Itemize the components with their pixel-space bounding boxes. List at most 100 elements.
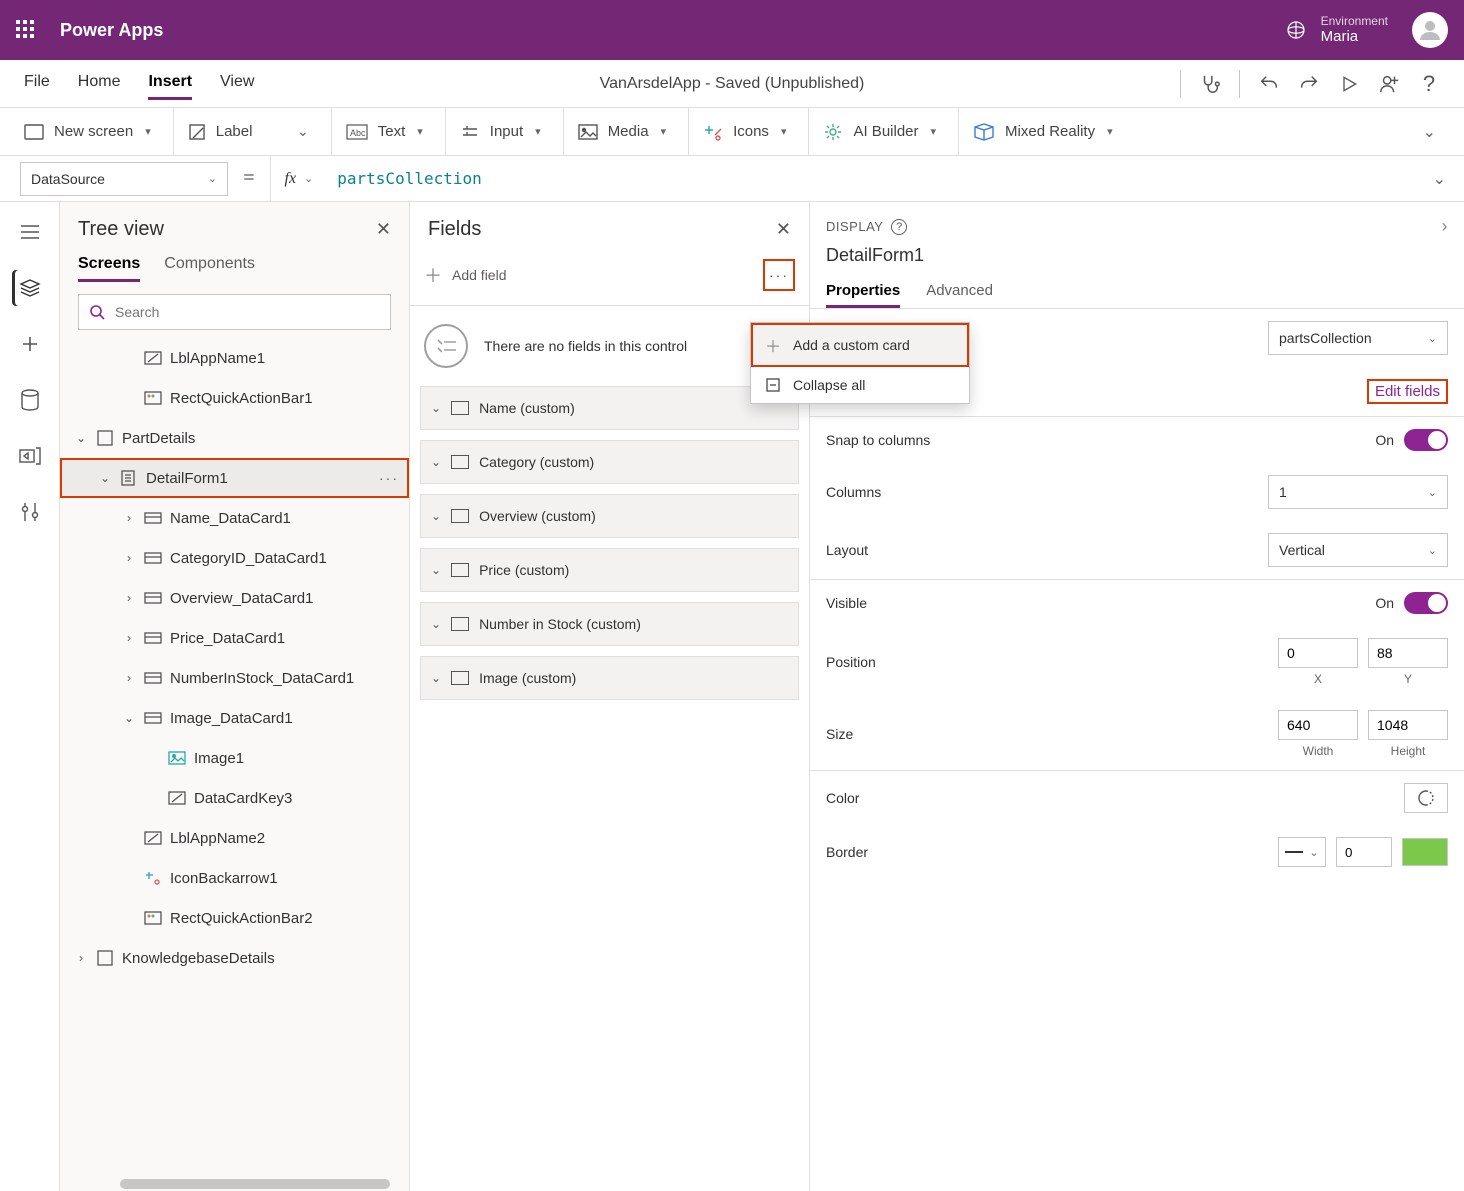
visible-toggle[interactable] <box>1404 592 1448 614</box>
stethoscope-icon[interactable] <box>1199 73 1221 95</box>
tree-node[interactable]: ›Name_DataCard1 <box>60 498 409 538</box>
chevron-down-icon[interactable]: ⌄ <box>431 563 441 577</box>
tree-node[interactable]: DataCardKey3 <box>60 778 409 818</box>
size-height-input[interactable] <box>1368 710 1448 740</box>
field-card[interactable]: ⌄Image (custom) <box>420 656 799 700</box>
tree-node[interactable]: RectQuickActionBar1 <box>60 378 409 418</box>
add-field-button[interactable]: ＋ Add field <box>424 262 506 288</box>
data-rail-icon[interactable] <box>12 382 48 418</box>
hamburger-icon[interactable] <box>12 214 48 250</box>
add-custom-card-item[interactable]: ＋ Add a custom card <box>751 323 969 367</box>
edit-fields-link[interactable]: Edit fields <box>1367 379 1448 404</box>
formula-input[interactable]: partsCollection <box>327 169 1412 188</box>
border-color-swatch[interactable] <box>1402 838 1448 866</box>
snap-toggle[interactable] <box>1404 429 1448 451</box>
layout-select[interactable]: Vertical⌄ <box>1268 533 1448 567</box>
more-icon[interactable]: ··· <box>379 470 399 486</box>
input-button[interactable]: Input▾ <box>445 108 555 155</box>
tree-node[interactable]: ›Overview_DataCard1 <box>60 578 409 618</box>
chevron-right-icon[interactable]: › <box>74 951 88 965</box>
chevron-down-icon[interactable]: ⌄ <box>431 455 441 469</box>
size-width-input[interactable] <box>1278 710 1358 740</box>
undo-icon[interactable] <box>1258 73 1280 95</box>
share-icon[interactable] <box>1378 73 1400 95</box>
tree-node[interactable]: ›NumberInStock_DataCard1 <box>60 658 409 698</box>
mixed-label: Mixed Reality <box>1005 123 1095 140</box>
chevron-down-icon[interactable]: ⌄ <box>98 471 112 485</box>
insert-rail-icon[interactable] <box>12 326 48 362</box>
avatar[interactable] <box>1412 12 1448 48</box>
chevron-right-icon[interactable]: › <box>122 631 136 645</box>
ribbon-expand-icon[interactable]: ⌄ <box>1403 122 1454 142</box>
tree-node[interactable]: ›CategoryID_DataCard1 <box>60 538 409 578</box>
ai-builder-button[interactable]: AI Builder▾ <box>808 108 950 155</box>
datasource-select[interactable]: partsCollection⌄ <box>1268 321 1448 355</box>
media-rail-icon[interactable] <box>12 438 48 474</box>
field-card[interactable]: ⌄Price (custom) <box>420 548 799 592</box>
label-button[interactable]: Label ⌄ <box>173 108 323 155</box>
close-icon[interactable]: ✕ <box>376 219 391 240</box>
chevron-down-icon[interactable]: ⌄ <box>431 671 441 685</box>
search-field[interactable] <box>113 303 380 321</box>
chevron-down-icon[interactable]: ⌄ <box>431 401 441 415</box>
chevron-down-icon[interactable]: ⌄ <box>431 617 441 631</box>
field-card[interactable]: ⌄Name (custom) <box>420 386 799 430</box>
new-screen-button[interactable]: New screen▾ <box>10 108 165 155</box>
play-icon[interactable] <box>1338 73 1360 95</box>
close-icon[interactable]: ✕ <box>776 219 791 240</box>
border-width-input[interactable] <box>1336 837 1392 867</box>
scrollbar-thumb[interactable] <box>120 1179 390 1189</box>
chevron-down-icon[interactable]: ⌄ <box>122 711 136 725</box>
tree-tab-components[interactable]: Components <box>164 249 255 282</box>
menu-item-home[interactable]: Home <box>78 67 121 100</box>
position-y-input[interactable] <box>1368 638 1448 668</box>
help-icon[interactable]: ? <box>1418 73 1440 95</box>
media-button[interactable]: Media▾ <box>563 108 680 155</box>
chevron-right-icon[interactable]: › <box>122 671 136 685</box>
tree-node[interactable]: ⌄Image_DataCard1 <box>60 698 409 738</box>
chevron-right-icon[interactable]: › <box>122 511 136 525</box>
columns-select[interactable]: 1⌄ <box>1268 475 1448 509</box>
chevron-right-icon[interactable]: › <box>122 591 136 605</box>
menu-item-file[interactable]: File <box>24 67 50 100</box>
settings-rail-icon[interactable] <box>12 494 48 530</box>
mixed-reality-button[interactable]: Mixed Reality▾ <box>958 108 1127 155</box>
tree-node[interactable]: Image1 <box>60 738 409 778</box>
chevron-right-icon[interactable]: › <box>122 551 136 565</box>
field-card[interactable]: ⌄Overview (custom) <box>420 494 799 538</box>
chevron-down-icon[interactable]: ⌄ <box>74 431 88 445</box>
help-icon[interactable]: ? <box>891 219 907 235</box>
property-selector[interactable]: DataSource ⌄ <box>20 162 228 196</box>
position-x-input[interactable] <box>1278 638 1358 668</box>
tree-tab-screens[interactable]: Screens <box>78 249 140 282</box>
fields-more-button[interactable]: ··· <box>763 259 795 291</box>
waffle-icon[interactable] <box>16 20 36 40</box>
tree-node[interactable]: ⌄PartDetails <box>60 418 409 458</box>
tree-node[interactable]: ⌄DetailForm1··· <box>60 458 409 498</box>
prop-tab-advanced[interactable]: Advanced <box>926 276 993 308</box>
fx-button[interactable]: fx⌄ <box>270 156 328 201</box>
text-button[interactable]: Abc Text▾ <box>331 108 437 155</box>
field-card[interactable]: ⌄Category (custom) <box>420 440 799 484</box>
chevron-right-icon[interactable]: › <box>1442 216 1449 237</box>
menu-item-insert[interactable]: Insert <box>148 67 192 100</box>
chevron-down-icon[interactable]: ⌄ <box>431 509 441 523</box>
treeview-rail-icon[interactable] <box>12 270 48 306</box>
collapse-all-item[interactable]: Collapse all <box>751 367 969 403</box>
tree-node[interactable]: RectQuickActionBar2 <box>60 898 409 938</box>
tree-node[interactable]: IconBackarrow1 <box>60 858 409 898</box>
redo-icon[interactable] <box>1298 73 1320 95</box>
prop-tab-properties[interactable]: Properties <box>826 276 900 308</box>
tree-node[interactable]: LblAppName2 <box>60 818 409 858</box>
tree-node[interactable]: ›Price_DataCard1 <box>60 618 409 658</box>
tree-node[interactable]: LblAppName1 <box>60 338 409 378</box>
icons-button[interactable]: Icons▾ <box>688 108 800 155</box>
search-input[interactable] <box>78 294 391 330</box>
field-card[interactable]: ⌄Number in Stock (custom) <box>420 602 799 646</box>
color-picker[interactable] <box>1404 783 1448 813</box>
border-style-select[interactable]: ⌄ <box>1278 837 1326 867</box>
tree-node[interactable]: ›KnowledgebaseDetails <box>60 938 409 978</box>
environment-picker[interactable]: Environment Maria <box>1285 14 1388 46</box>
menu-item-view[interactable]: View <box>220 67 254 100</box>
formula-expand-icon[interactable]: ⌄ <box>1413 169 1464 189</box>
